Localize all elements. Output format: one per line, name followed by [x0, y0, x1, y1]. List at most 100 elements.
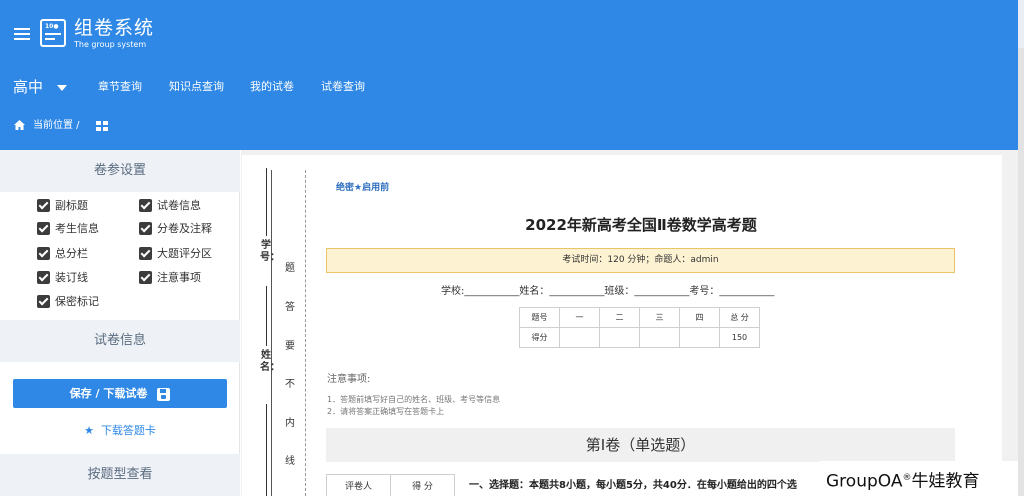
checkbox-checked-icon[interactable]: [139, 247, 152, 260]
grid-icon[interactable]: [96, 121, 108, 131]
table-cell: 二: [599, 307, 640, 328]
window-edge: [1018, 0, 1024, 48]
paper-info-title[interactable]: 试卷信息: [0, 320, 240, 362]
main-nav: 高中 章节查询 知识点查询 我的试卷 试卷查询: [0, 70, 1024, 104]
option-label: 分卷及注释: [157, 222, 212, 235]
floppy-disk-icon: [157, 387, 171, 401]
table-cell: 三: [639, 307, 680, 328]
binding-char: 要: [285, 341, 295, 352]
nav-chapter-query[interactable]: 章节查询: [98, 80, 142, 94]
table-cell: 得 分: [390, 474, 455, 496]
chevron-down-icon[interactable]: [57, 85, 67, 91]
save-download-label: 保存 / 下载试卷: [69, 387, 148, 400]
checkbox-checked-icon[interactable]: [37, 247, 50, 260]
app-title: 组卷系统: [74, 17, 155, 39]
option-subtitle[interactable]: 副标题: [37, 198, 88, 213]
star-icon: ★: [84, 424, 94, 437]
breadcrumb-label: 当前位置 /: [33, 120, 80, 131]
table-row: 评卷人 得 分: [326, 474, 455, 496]
nav-paper-query[interactable]: 试卷查询: [321, 80, 365, 94]
logo-text: 10●: [45, 23, 59, 30]
option-grading-area[interactable]: 大题评分区: [139, 246, 212, 261]
table-cell: [679, 327, 720, 348]
binding-char: 答: [285, 302, 295, 313]
table-cell: 得分: [519, 327, 560, 348]
download-answer-card-label: 下载答题卡: [100, 424, 156, 437]
notes-title: 注意事项:: [327, 374, 371, 385]
note-item: 2．请将答案正确填写在答题卡上: [327, 407, 445, 416]
name-label: 姓名：: [260, 350, 280, 373]
option-label: 装订线: [55, 271, 88, 284]
grade-selector[interactable]: 高中: [13, 78, 43, 96]
settings-sidebar: 卷参设置 副标题 试卷信息 考生信息 分卷及注释 总分栏 大题评分区 装订线 注…: [0, 150, 240, 496]
app-subtitle: The group system: [74, 40, 147, 49]
settings-panel-title: 卷参设置: [0, 150, 240, 192]
table-cell: [559, 327, 600, 348]
breadcrumb: 当前位置 /: [0, 116, 600, 138]
question-heading[interactable]: 一、选择题：本题共8小题，每小题5分，共40分．在每小题给出的四个选: [469, 476, 797, 491]
binding-line-dashed: [305, 170, 306, 496]
note-item: 1．答题前填写好自己的姓名、班级、考号等信息: [327, 395, 501, 404]
option-total-score[interactable]: 总分栏: [37, 246, 88, 261]
option-label: 总分栏: [55, 247, 88, 260]
section-title[interactable]: 第Ⅰ卷（单选题）: [326, 428, 955, 462]
nav-knowledge-query[interactable]: 知识点查询: [169, 80, 224, 94]
option-paper-info[interactable]: 试卷信息: [139, 198, 201, 213]
binding-blank-line: [266, 286, 267, 346]
exam-info-bar[interactable]: 考试时间：120 分钟；命题人：admin: [326, 248, 955, 273]
option-binding-line[interactable]: 装订线: [37, 270, 88, 285]
checkbox-checked-icon[interactable]: [37, 295, 50, 308]
option-label: 试卷信息: [157, 199, 201, 212]
checkbox-checked-icon[interactable]: [139, 199, 152, 212]
option-confidential[interactable]: 保密标记: [37, 294, 99, 309]
checkbox-checked-icon[interactable]: [37, 199, 50, 212]
table-cell: 150: [719, 327, 760, 348]
save-download-button[interactable]: 保存 / 下载试卷: [13, 379, 227, 408]
watermark-text: GroupOA: [826, 471, 903, 492]
logo-icon: 10●: [40, 19, 66, 47]
checkbox-checked-icon[interactable]: [37, 222, 50, 235]
student-id-label: 学号：: [260, 240, 280, 263]
grader-table: 评卷人 得 分: [326, 474, 455, 496]
table-cell: [639, 327, 680, 348]
watermark-org: 牛娃教育: [911, 471, 980, 492]
table-cell: 一: [559, 307, 600, 328]
binding-char: 题: [285, 263, 295, 274]
student-id-blank-line: [266, 168, 267, 236]
exam-title[interactable]: 2022年新高考全国Ⅱ卷数学高考题: [326, 214, 956, 235]
binding-char: 内: [285, 418, 295, 429]
table-cell: 四: [679, 307, 720, 328]
watermark: GroupOA®牛娃教育: [820, 461, 1018, 496]
option-student-info[interactable]: 考生信息: [37, 221, 99, 236]
binding-line-solid: [271, 170, 272, 496]
nav-my-papers[interactable]: 我的试卷: [250, 80, 294, 94]
option-label: 副标题: [55, 199, 88, 212]
student-fields: 学校:___________姓名：___________班级：_________…: [441, 286, 775, 297]
checkbox-checked-icon[interactable]: [139, 222, 152, 235]
table-cell: 题号: [519, 307, 560, 328]
option-notices[interactable]: 注意事项: [139, 270, 201, 285]
table-row: 得分 150: [519, 327, 760, 348]
scrollbar[interactable]: [1018, 48, 1024, 496]
top-bar: 10● 组卷系统 The group system: [0, 0, 1024, 65]
hamburger-menu-icon[interactable]: [14, 28, 30, 40]
option-label: 注意事项: [157, 271, 201, 284]
score-table: 题号 一 二 三 四 总 分 得分 150: [519, 307, 760, 348]
table-cell: [599, 327, 640, 348]
name-blank-line: [266, 404, 267, 496]
binding-char: 不: [285, 379, 295, 390]
checkbox-checked-icon[interactable]: [37, 271, 50, 284]
by-question-type-title[interactable]: 按题型查看: [0, 454, 240, 496]
table-cell: 评卷人: [326, 474, 391, 496]
header: 10● 组卷系统 The group system 高中 章节查询 知识点查询 …: [0, 0, 1024, 150]
home-icon[interactable]: [14, 120, 25, 130]
app-window: 10● 组卷系统 The group system 高中 章节查询 知识点查询 …: [0, 0, 1024, 496]
table-cell: 总 分: [719, 307, 760, 328]
confidential-mark: 绝密★启用前: [336, 183, 390, 193]
binding-char: 线: [285, 456, 295, 467]
option-label: 大题评分区: [157, 247, 212, 260]
option-label: 保密标记: [55, 295, 99, 308]
checkbox-checked-icon[interactable]: [139, 271, 152, 284]
download-answer-card-link[interactable]: ★ 下载答题卡: [0, 424, 240, 438]
option-sections-notes[interactable]: 分卷及注释: [139, 221, 212, 236]
